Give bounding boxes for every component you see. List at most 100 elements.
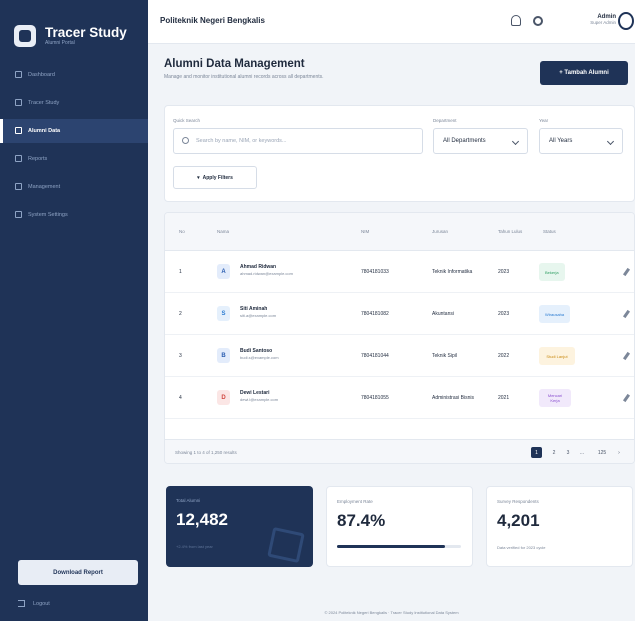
- alumni-name-cell: Siti Aminah siti.a@example.com: [240, 306, 276, 319]
- sidebar-item-label: Tracer Study: [28, 100, 60, 106]
- employment-rate-card: Employment Rate 87.4%: [326, 486, 473, 567]
- sidebar-item-label: Management: [28, 184, 61, 190]
- chart-icon: [15, 99, 22, 106]
- status-badge: Studi Lanjut: [539, 347, 575, 365]
- table-row[interactable]: 3 B Budi Santoso budi.s@example.com 7804…: [165, 335, 634, 377]
- stat-note: +2.4% from last year: [176, 544, 213, 549]
- sidebar-item-reports[interactable]: Reports: [0, 147, 148, 171]
- institution-title: Politeknik Negeri Bengkalis: [160, 16, 265, 25]
- sidebar-item-settings[interactable]: System Settings: [0, 203, 148, 227]
- sidebar-item-label: Alumni Data: [28, 128, 61, 134]
- cell-nim: 7804181033: [361, 268, 389, 275]
- alumni-email: budi.s@example.com: [240, 355, 279, 360]
- chevron-right-icon[interactable]: ›: [615, 447, 623, 458]
- table-row[interactable]: 4 D Dewi Lestari dewi.l@example.com 7804…: [165, 377, 634, 419]
- col-header-no[interactable]: No: [179, 213, 185, 251]
- sidebar-item-tracer-study[interactable]: Tracer Study: [0, 91, 148, 115]
- table-footer: Showing 1 to 4 of 1,250 results 1 2 3 ..…: [165, 439, 634, 463]
- graduation-cap-icon: [267, 527, 305, 563]
- logout-label: Logout: [33, 600, 50, 607]
- search-input[interactable]: Search by name, NIM, or keywords...: [173, 128, 423, 154]
- settings-gear-icon[interactable]: [533, 16, 543, 26]
- app-logo[interactable]: Tracer Study Alumni Portal: [14, 25, 127, 47]
- progress-fill: [337, 545, 446, 548]
- top-header: Politeknik Negeri Bengkalis Admin Super …: [148, 0, 635, 44]
- add-alumni-button[interactable]: + Tambah Alumni: [540, 61, 628, 85]
- page-ellipsis: ...: [579, 449, 585, 456]
- edit-icon[interactable]: [622, 393, 631, 403]
- sidebar-item-management[interactable]: Management: [0, 175, 148, 199]
- cell-jurusan: Akuntansi: [432, 310, 454, 317]
- alumni-name: Dewi Lestari: [240, 390, 270, 396]
- app-subtitle: Alumni Portal: [45, 39, 75, 46]
- results-count: Showing 1 to 4 of 1,250 results: [175, 450, 237, 455]
- year-select[interactable]: All Years: [539, 128, 623, 154]
- gear-icon: [15, 211, 22, 218]
- cell-tahun: 2022: [498, 352, 510, 359]
- sidebar: Tracer Study Alumni Portal Dashboard Tra…: [0, 0, 148, 621]
- bell-icon[interactable]: [511, 15, 521, 26]
- alumni-table: No Nama NIM Jurusan Tahun Lulus Status 1…: [164, 212, 635, 464]
- download-report-button[interactable]: Download Report: [18, 560, 138, 585]
- logout-button[interactable]: Logout: [18, 600, 50, 607]
- sidebar-item-dashboard[interactable]: Dashboard: [0, 63, 148, 87]
- apply-filters-button[interactable]: ▾ Apply Filters: [173, 166, 257, 189]
- alumni-email: ahmad.ridwan@example.com: [240, 271, 293, 276]
- table-row[interactable]: 2 S Siti Aminah siti.a@example.com 78041…: [165, 293, 634, 335]
- department-value: All Departments: [443, 138, 486, 144]
- grid-icon: [15, 71, 22, 78]
- page-last-button[interactable]: 125: [593, 447, 611, 458]
- alumni-name: Siti Aminah: [240, 306, 268, 312]
- stat-note: Data verified for 2023 cycle: [497, 545, 546, 550]
- col-header-nama[interactable]: Nama: [217, 213, 229, 251]
- user-info[interactable]: Admin Super Admin: [568, 14, 616, 25]
- status-badge: Bekerja: [539, 263, 565, 281]
- status-badge: Wirausaha: [539, 305, 571, 323]
- page-subtitle: Manage and monitor institutional alumni …: [164, 74, 324, 80]
- edit-icon[interactable]: [622, 351, 631, 361]
- alumni-initial: B: [217, 348, 230, 363]
- stat-label: Employment Rate: [337, 499, 373, 504]
- cell-nim: 7804181082: [361, 310, 389, 317]
- col-header-jurusan[interactable]: Jurusan: [432, 213, 448, 251]
- col-header-nim[interactable]: NIM: [361, 213, 369, 251]
- sidebar-item-label: Reports: [28, 156, 48, 162]
- page-3-button[interactable]: 3: [563, 447, 573, 458]
- page-1-button[interactable]: 1: [531, 447, 542, 458]
- search-placeholder: Search by name, NIM, or keywords...: [196, 138, 287, 144]
- edit-icon[interactable]: [622, 267, 631, 277]
- alumni-name: Budi Santoso: [240, 348, 273, 354]
- department-select[interactable]: All Departments: [433, 128, 528, 154]
- page-2-button[interactable]: 2: [549, 447, 559, 458]
- sidebar-item-label: System Settings: [28, 212, 68, 218]
- edit-icon[interactable]: [622, 309, 631, 319]
- department-label: Department: [433, 118, 457, 123]
- total-alumni-card: Total Alumni 12,482 +2.4% from last year: [166, 486, 313, 567]
- search-label: Quick Search: [173, 118, 201, 123]
- chevron-down-icon: [511, 137, 520, 146]
- filter-icon: ▾: [197, 174, 200, 181]
- logout-icon: [18, 600, 25, 607]
- sidebar-item-alumni-data[interactable]: Alumni Data: [0, 119, 148, 143]
- app-title: Tracer Study: [45, 24, 127, 40]
- page-title: Alumni Data Management: [164, 58, 305, 70]
- alumni-initial: S: [217, 306, 230, 321]
- avatar[interactable]: [618, 12, 634, 30]
- status-badge: Mencari Kerja: [539, 389, 571, 407]
- survey-respondents-card: Survey Respondents 4,201 Data verified f…: [486, 486, 633, 567]
- briefcase-icon: [15, 183, 22, 190]
- table-row[interactable]: 1 A Ahmad Ridwan ahmad.ridwan@example.co…: [165, 251, 634, 293]
- alumni-initial: A: [217, 264, 230, 279]
- cell-tahun: 2023: [498, 310, 510, 317]
- cell-nim: 7804181055: [361, 394, 389, 401]
- cell-nim: 7804181044: [361, 352, 389, 359]
- alumni-initial: D: [217, 390, 230, 405]
- users-icon: [15, 127, 22, 134]
- col-header-tahun-lulus[interactable]: Tahun Lulus: [498, 213, 526, 251]
- col-header-status[interactable]: Status: [543, 213, 556, 251]
- table-header: No Nama NIM Jurusan Tahun Lulus Status: [165, 213, 634, 251]
- year-label: Year: [539, 118, 549, 123]
- search-icon: [182, 137, 189, 144]
- alumni-name: Ahmad Ridwan: [240, 264, 277, 270]
- stat-value: 12,482: [176, 510, 228, 529]
